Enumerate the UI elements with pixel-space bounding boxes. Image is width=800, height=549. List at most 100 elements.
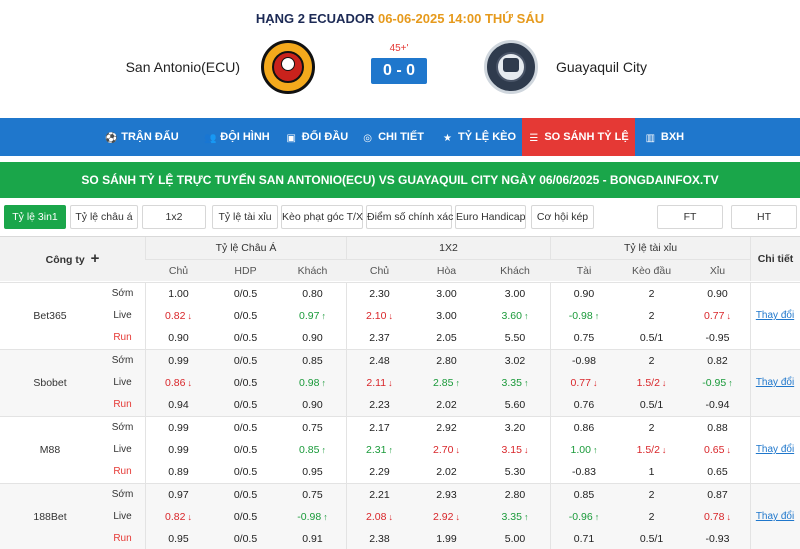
odds-cell: 2 <box>618 506 685 528</box>
filter-button-4[interactable]: Tỷ lệ tài xỉu <box>212 205 278 229</box>
odds-value: 2.31 <box>366 444 387 456</box>
odds-cell: 0.82 ↓ <box>145 305 212 327</box>
away-team-logo[interactable] <box>484 40 538 94</box>
odds-cell: 0.78 ↓ <box>685 506 750 528</box>
company-name[interactable]: Bet365 <box>0 283 100 349</box>
odds-value: 0.5/1 <box>639 332 664 344</box>
odds-value: 0/0.5 <box>233 399 258 411</box>
odds-cell: 2 <box>618 417 685 439</box>
odds-value: 3.00 <box>436 310 457 322</box>
company-name[interactable]: M88 <box>0 417 100 483</box>
company-header[interactable]: Công ty + <box>0 237 145 281</box>
odds-value: 0/0.5 <box>233 422 258 434</box>
home-team-logo[interactable] <box>261 40 315 94</box>
odds-value: 0.80 <box>302 288 323 300</box>
odds-cell: 5.50 <box>480 327 550 349</box>
odds-value: 0/0.5 <box>233 511 258 523</box>
odds-cell: 2.92 <box>413 417 480 439</box>
odds-cell: -0.98 ↑ <box>550 305 618 327</box>
arrow-up-icon: ↑ <box>321 311 326 321</box>
tab-2[interactable]: 👥 ĐỘI HÌNH <box>197 118 277 156</box>
odds-value: 0.85 <box>299 444 320 456</box>
tab-4[interactable]: ◎ CHI TIẾT <box>356 118 430 156</box>
odds-cell: 0/0.5 <box>212 439 279 461</box>
details-icon: ◎ <box>363 133 372 144</box>
filter-button-2[interactable]: Tỷ lệ châu á <box>70 205 138 229</box>
odds-value: 0.90 <box>302 399 323 411</box>
odds-cell: 0/0.5 <box>212 372 279 394</box>
company-name[interactable]: Sbobet <box>0 350 100 416</box>
ft-button[interactable]: FT <box>657 205 723 229</box>
odds-value: -0.98 <box>572 355 596 367</box>
filter-button-8[interactable]: Cơ hội kép <box>531 205 594 229</box>
bar-chart-icon: ▥ <box>645 133 656 144</box>
odds-value: 0.71 <box>573 533 595 545</box>
odds-cell: 1.00 <box>145 283 212 305</box>
plus-icon[interactable]: + <box>91 250 100 267</box>
odds-value: 0.75 <box>302 489 323 501</box>
odds-cell: 3.00 <box>480 283 550 305</box>
tab-1[interactable]: ⚽ TRẬN ĐẤU <box>103 118 181 156</box>
odds-value: 2.92 <box>436 422 457 434</box>
odds-cell: -0.93 <box>685 528 750 549</box>
change-link[interactable]: Thay đổi <box>750 484 800 549</box>
odds-cell: 0.89 <box>145 461 212 483</box>
row-label: Live <box>113 444 132 455</box>
row-label: Sớm <box>111 288 134 299</box>
company-header-label: Công ty <box>45 254 85 266</box>
row-label: Live <box>113 377 132 388</box>
odds-cell: 0/0.5 <box>212 506 279 528</box>
subheader-5: Hòa <box>436 265 457 277</box>
arrow-up-icon: ↑ <box>594 311 600 321</box>
away-team-name[interactable]: Guayaquil City <box>556 59 647 75</box>
home-team-name[interactable]: San Antonio(ECU) <box>126 59 240 75</box>
tab-7[interactable]: ▥ BXH <box>638 118 691 156</box>
odds-value: -0.98 <box>568 310 593 322</box>
company-name[interactable]: 188Bet <box>0 484 100 549</box>
filter-button-1[interactable]: Tỷ lệ 3in1 <box>4 205 66 229</box>
match-title: HẠNG 2 ECUADOR 06-06-2025 14:00 THỨ SÁU <box>0 11 800 26</box>
odds-cell: 0.75 <box>279 417 346 439</box>
odds-cell: 0/0.5 <box>212 528 279 549</box>
odds-cell: 5.00 <box>480 528 550 549</box>
tab-5[interactable]: ★ TỶ LỆ KÈO <box>440 118 518 156</box>
odds-value: 2.80 <box>436 355 457 367</box>
odds-cell: 0/0.5 <box>212 461 279 483</box>
odds-cell: 0.90 <box>550 283 618 305</box>
ht-button[interactable]: HT <box>731 205 797 229</box>
odds-cell: -0.83 <box>550 461 618 483</box>
column-divider <box>346 350 347 416</box>
odds-cell: 0.75 <box>279 484 346 506</box>
odds-value: 0.95 <box>302 466 323 478</box>
column-divider <box>750 350 751 416</box>
odds-value: 0/0.5 <box>233 355 258 367</box>
filter-button-7[interactable]: Euro Handicap <box>455 205 526 229</box>
change-link[interactable]: Thay đổi <box>750 283 800 349</box>
filter-button-5[interactable]: Kèo phạt góc T/X <box>281 205 363 229</box>
filter-button-3[interactable]: 1x2 <box>142 205 206 229</box>
odds-cell: 0.85 ↑ <box>279 439 346 461</box>
odds-value: 2.48 <box>369 355 390 367</box>
odds-cell: 3.00 <box>413 305 480 327</box>
odds-value: 2.21 <box>369 489 390 501</box>
odds-cell: 0.5/1 <box>618 327 685 349</box>
odds-cell: 0.80 <box>279 283 346 305</box>
odds-value: -0.95 <box>702 377 727 389</box>
arrow-down-icon: ↓ <box>661 378 667 388</box>
arrow-up-icon: ↑ <box>388 445 393 455</box>
odds-cell: 1.00 ↑ <box>550 439 618 461</box>
tab-3[interactable]: ▣ ĐỐI ĐẦU <box>280 118 354 156</box>
odds-value: 2.30 <box>369 288 390 300</box>
odds-value: 2.10 <box>366 310 387 322</box>
company-block: Sbobet Sớm 0.99 0/0.5 0.85 2.48 2.80 3.02 -0.98 2… <box>0 349 800 416</box>
change-link[interactable]: Thay đổi <box>750 350 800 416</box>
tab-6[interactable]: ☰ SO SÁNH TỶ LỆ <box>522 118 635 156</box>
column-divider <box>750 484 751 549</box>
tab-label: SO SÁNH TỶ LỆ <box>544 131 629 143</box>
odds-cell: 0/0.5 <box>212 484 279 506</box>
odds-value: 3.00 <box>436 288 457 300</box>
arrow-down-icon: ↓ <box>726 311 731 321</box>
filter-button-6[interactable]: Điểm số chính xác <box>366 205 453 229</box>
change-link[interactable]: Thay đổi <box>750 417 800 483</box>
tab-label: BXH <box>660 131 685 143</box>
